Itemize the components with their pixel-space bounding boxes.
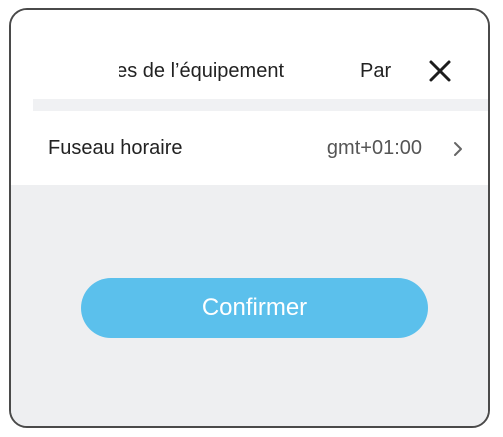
confirm-button[interactable]: Confirmer — [81, 278, 428, 338]
section-divider — [33, 99, 488, 111]
close-icon — [429, 60, 451, 82]
timezone-label: Fuseau horaire — [48, 137, 183, 159]
close-button[interactable] — [423, 54, 457, 88]
device-settings-dialog: Paramètres de l’équipement Paramètres Fu… — [9, 8, 490, 428]
timezone-row[interactable]: Fuseau horaire gmt+01:00 — [11, 111, 488, 185]
tab-parametres[interactable]: Paramètres — [360, 56, 392, 86]
timezone-value: gmt+01:00 — [326, 137, 422, 159]
dialog-footer: Confirmer — [11, 185, 488, 426]
chevron-right-icon — [454, 142, 462, 156]
dialog-header: Paramètres de l’équipement Paramètres — [11, 10, 488, 100]
header-title: Paramètres de l’équipement — [119, 56, 284, 86]
header-title-text: Paramètres de l’équipement — [119, 60, 284, 82]
